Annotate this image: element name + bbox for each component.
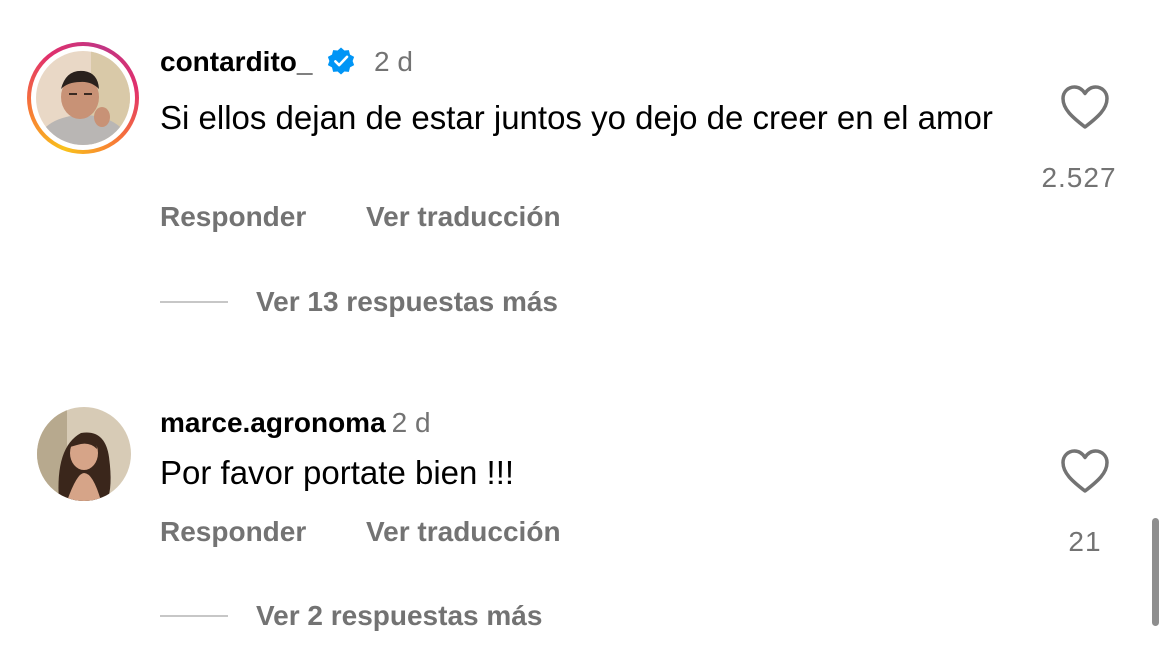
- scrollbar[interactable]: [1152, 518, 1159, 626]
- view-replies-label: Ver 13 respuestas más: [256, 286, 558, 317]
- comment-time: 2 d: [391, 407, 431, 438]
- comment-text: Por favor portate bien !!!: [160, 454, 515, 491]
- username[interactable]: marce.agronoma: [160, 407, 386, 438]
- comment-text: Si ellos dejan de estar juntos yo dejo d…: [160, 99, 993, 136]
- heart-icon[interactable]: [1060, 448, 1110, 494]
- like-control: 2.527: [1040, 84, 1130, 194]
- replies-divider: [160, 615, 228, 617]
- avatar: [36, 51, 130, 145]
- comment-actions: Responder Ver traducción: [160, 201, 613, 233]
- comment-item: contardito_ 2 d Si ellos dejan de estar …: [0, 0, 1170, 340]
- like-control: 21: [1040, 448, 1130, 558]
- story-ring: [27, 42, 139, 154]
- view-replies-label: Ver 2 respuestas más: [256, 600, 543, 631]
- view-replies-button[interactable]: Ver 2 respuestas más: [160, 600, 542, 632]
- translate-button[interactable]: Ver traducción: [366, 201, 561, 232]
- username[interactable]: contardito_: [160, 46, 312, 77]
- like-count: 2.527: [1041, 162, 1117, 193]
- replies-divider: [160, 301, 228, 303]
- heart-icon[interactable]: [1060, 84, 1110, 130]
- comment-header: marce.agronoma 2 d: [160, 407, 431, 439]
- avatar-with-story-ring[interactable]: [27, 42, 139, 154]
- reply-button[interactable]: Responder: [160, 201, 306, 232]
- view-replies-button[interactable]: Ver 13 respuestas más: [160, 286, 558, 318]
- like-count: 21: [1068, 526, 1102, 557]
- translate-button[interactable]: Ver traducción: [366, 516, 561, 547]
- avatar[interactable]: [37, 407, 131, 501]
- comment-actions: Responder Ver traducción: [160, 516, 613, 548]
- comment-item: marce.agronoma 2 d Por favor portate bien…: [0, 380, 1170, 658]
- reply-button[interactable]: Responder: [160, 516, 306, 547]
- comment-header: contardito_ 2 d: [160, 46, 413, 78]
- comment-time: 2 d: [374, 46, 413, 77]
- verified-badge-icon: [328, 47, 355, 75]
